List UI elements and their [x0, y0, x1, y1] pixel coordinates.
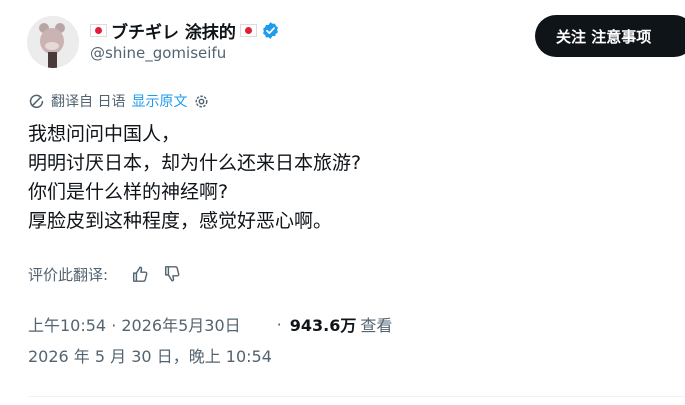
- japan-flag-icon: [90, 23, 107, 37]
- gear-icon[interactable]: [193, 93, 210, 110]
- thumbs-up-icon[interactable]: [130, 264, 150, 284]
- rate-translation-label: 评价此翻译:: [28, 265, 109, 284]
- views-label: 查看: [360, 316, 393, 335]
- show-original-link[interactable]: 显示原文: [131, 91, 187, 111]
- translation-row: 翻译自 日语 显示原文: [28, 90, 210, 112]
- japan-flag-icon: [239, 23, 257, 37]
- divider: [28, 396, 685, 397]
- post-timestamp[interactable]: 上午10:54 · 2026年5月30日: [28, 312, 241, 336]
- views-count: 943.6万: [289, 316, 357, 335]
- rate-translation-row: 评价此翻译:: [28, 263, 182, 285]
- translate-icon: [28, 93, 45, 110]
- post-meta: 上午10:54 · 2026年5月30日 · 943.6万 查看: [28, 312, 392, 336]
- views-separator: ·: [276, 314, 282, 334]
- translation-source-label: 翻译自 日语: [51, 94, 126, 110]
- avatar[interactable]: [27, 16, 79, 68]
- post-line: 我想问问中国人，: [28, 123, 181, 145]
- post-line: 你们是什么样的神经啊?: [28, 181, 229, 203]
- post-line: 明明讨厌日本，却为什么还来日本旅游?: [28, 152, 362, 174]
- follow-button[interactable]: 关注 注意事项: [535, 15, 685, 57]
- post-line: 厚脸皮到这种程度，感觉好恶心啊。: [28, 210, 333, 232]
- original-timestamp: 2026 年 5 月 30 日，晚上 10:54: [28, 347, 272, 366]
- author-display-name[interactable]: ブチギレ 涂抹的: [111, 18, 236, 43]
- author-handle[interactable]: @shine_gomiseifu: [90, 44, 226, 62]
- avatar-image: [27, 16, 79, 68]
- author-name-row[interactable]: ブチギレ 涂抹的: [90, 17, 280, 43]
- verified-badge-icon[interactable]: [261, 21, 280, 40]
- post-text: 我想问问中国人， 明明讨厌日本，却为什么还来日本旅游? 你们是什么样的神经啊? …: [28, 120, 588, 236]
- thumbs-down-icon[interactable]: [162, 264, 182, 284]
